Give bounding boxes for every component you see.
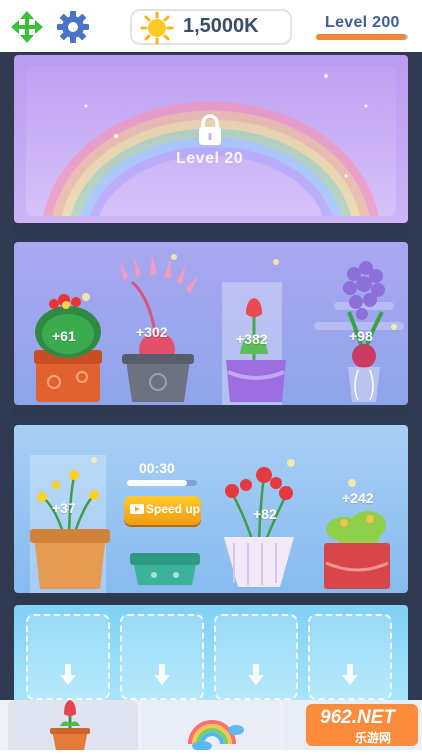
gear-icon[interactable] <box>54 8 92 46</box>
plant-shelf-1 <box>14 242 408 405</box>
grow-timer-fill <box>127 480 187 486</box>
shelf-ledge <box>14 224 408 234</box>
sun-icon <box>140 11 174 45</box>
empty-pot-slot[interactable] <box>308 614 392 700</box>
yellow-flowers-plant <box>30 455 110 593</box>
tab-plants[interactable] <box>8 700 138 750</box>
sun-coins-value: 1,5000K <box>183 15 259 37</box>
succulents-plant <box>324 511 390 589</box>
yellow-flowers-bonus-label: +37 <box>52 500 76 516</box>
tab-rainbow[interactable] <box>142 700 280 751</box>
succulents-bonus-label: +242 <box>342 490 374 506</box>
red-roses-bonus-label: +82 <box>253 506 277 522</box>
down-arrow-icon <box>248 664 264 686</box>
player-level-label: Level 200 <box>325 14 400 31</box>
rainbow-cloud-icon <box>188 720 244 751</box>
empty-pot-slot[interactable] <box>26 614 110 700</box>
red-roses-plant <box>224 467 294 587</box>
pink-flower-bonus-label: +302 <box>136 324 168 340</box>
down-arrow-icon <box>342 664 358 686</box>
speed-up-label: Speed up <box>146 502 201 516</box>
down-arrow-icon <box>154 664 170 686</box>
shelf-ledge <box>14 407 408 417</box>
locked-level-label: Level 20 <box>176 150 244 167</box>
level-progress-fill <box>316 34 407 40</box>
empty-pot-slot[interactable] <box>214 614 298 700</box>
empty-teal-pot <box>130 553 200 585</box>
hyacinth-bonus-label: +98 <box>349 328 373 344</box>
shelf-ledge <box>14 594 408 604</box>
grow-timer: 00:30 <box>139 460 175 476</box>
potted-flower-icon <box>50 700 90 750</box>
cactus-bonus-label: +61 <box>52 328 76 344</box>
padlock-icon <box>195 113 225 147</box>
cactus-plant <box>34 294 102 402</box>
empty-pot-slot[interactable] <box>120 614 204 700</box>
watermark-subtext: 乐游网 <box>355 731 392 745</box>
down-arrow-icon <box>60 664 76 686</box>
video-ad-icon <box>130 502 144 516</box>
four-arrows-move-icon[interactable] <box>8 8 46 46</box>
tulip-bonus-label: +382 <box>236 331 268 347</box>
watermark-text: 962.NET <box>320 707 395 728</box>
